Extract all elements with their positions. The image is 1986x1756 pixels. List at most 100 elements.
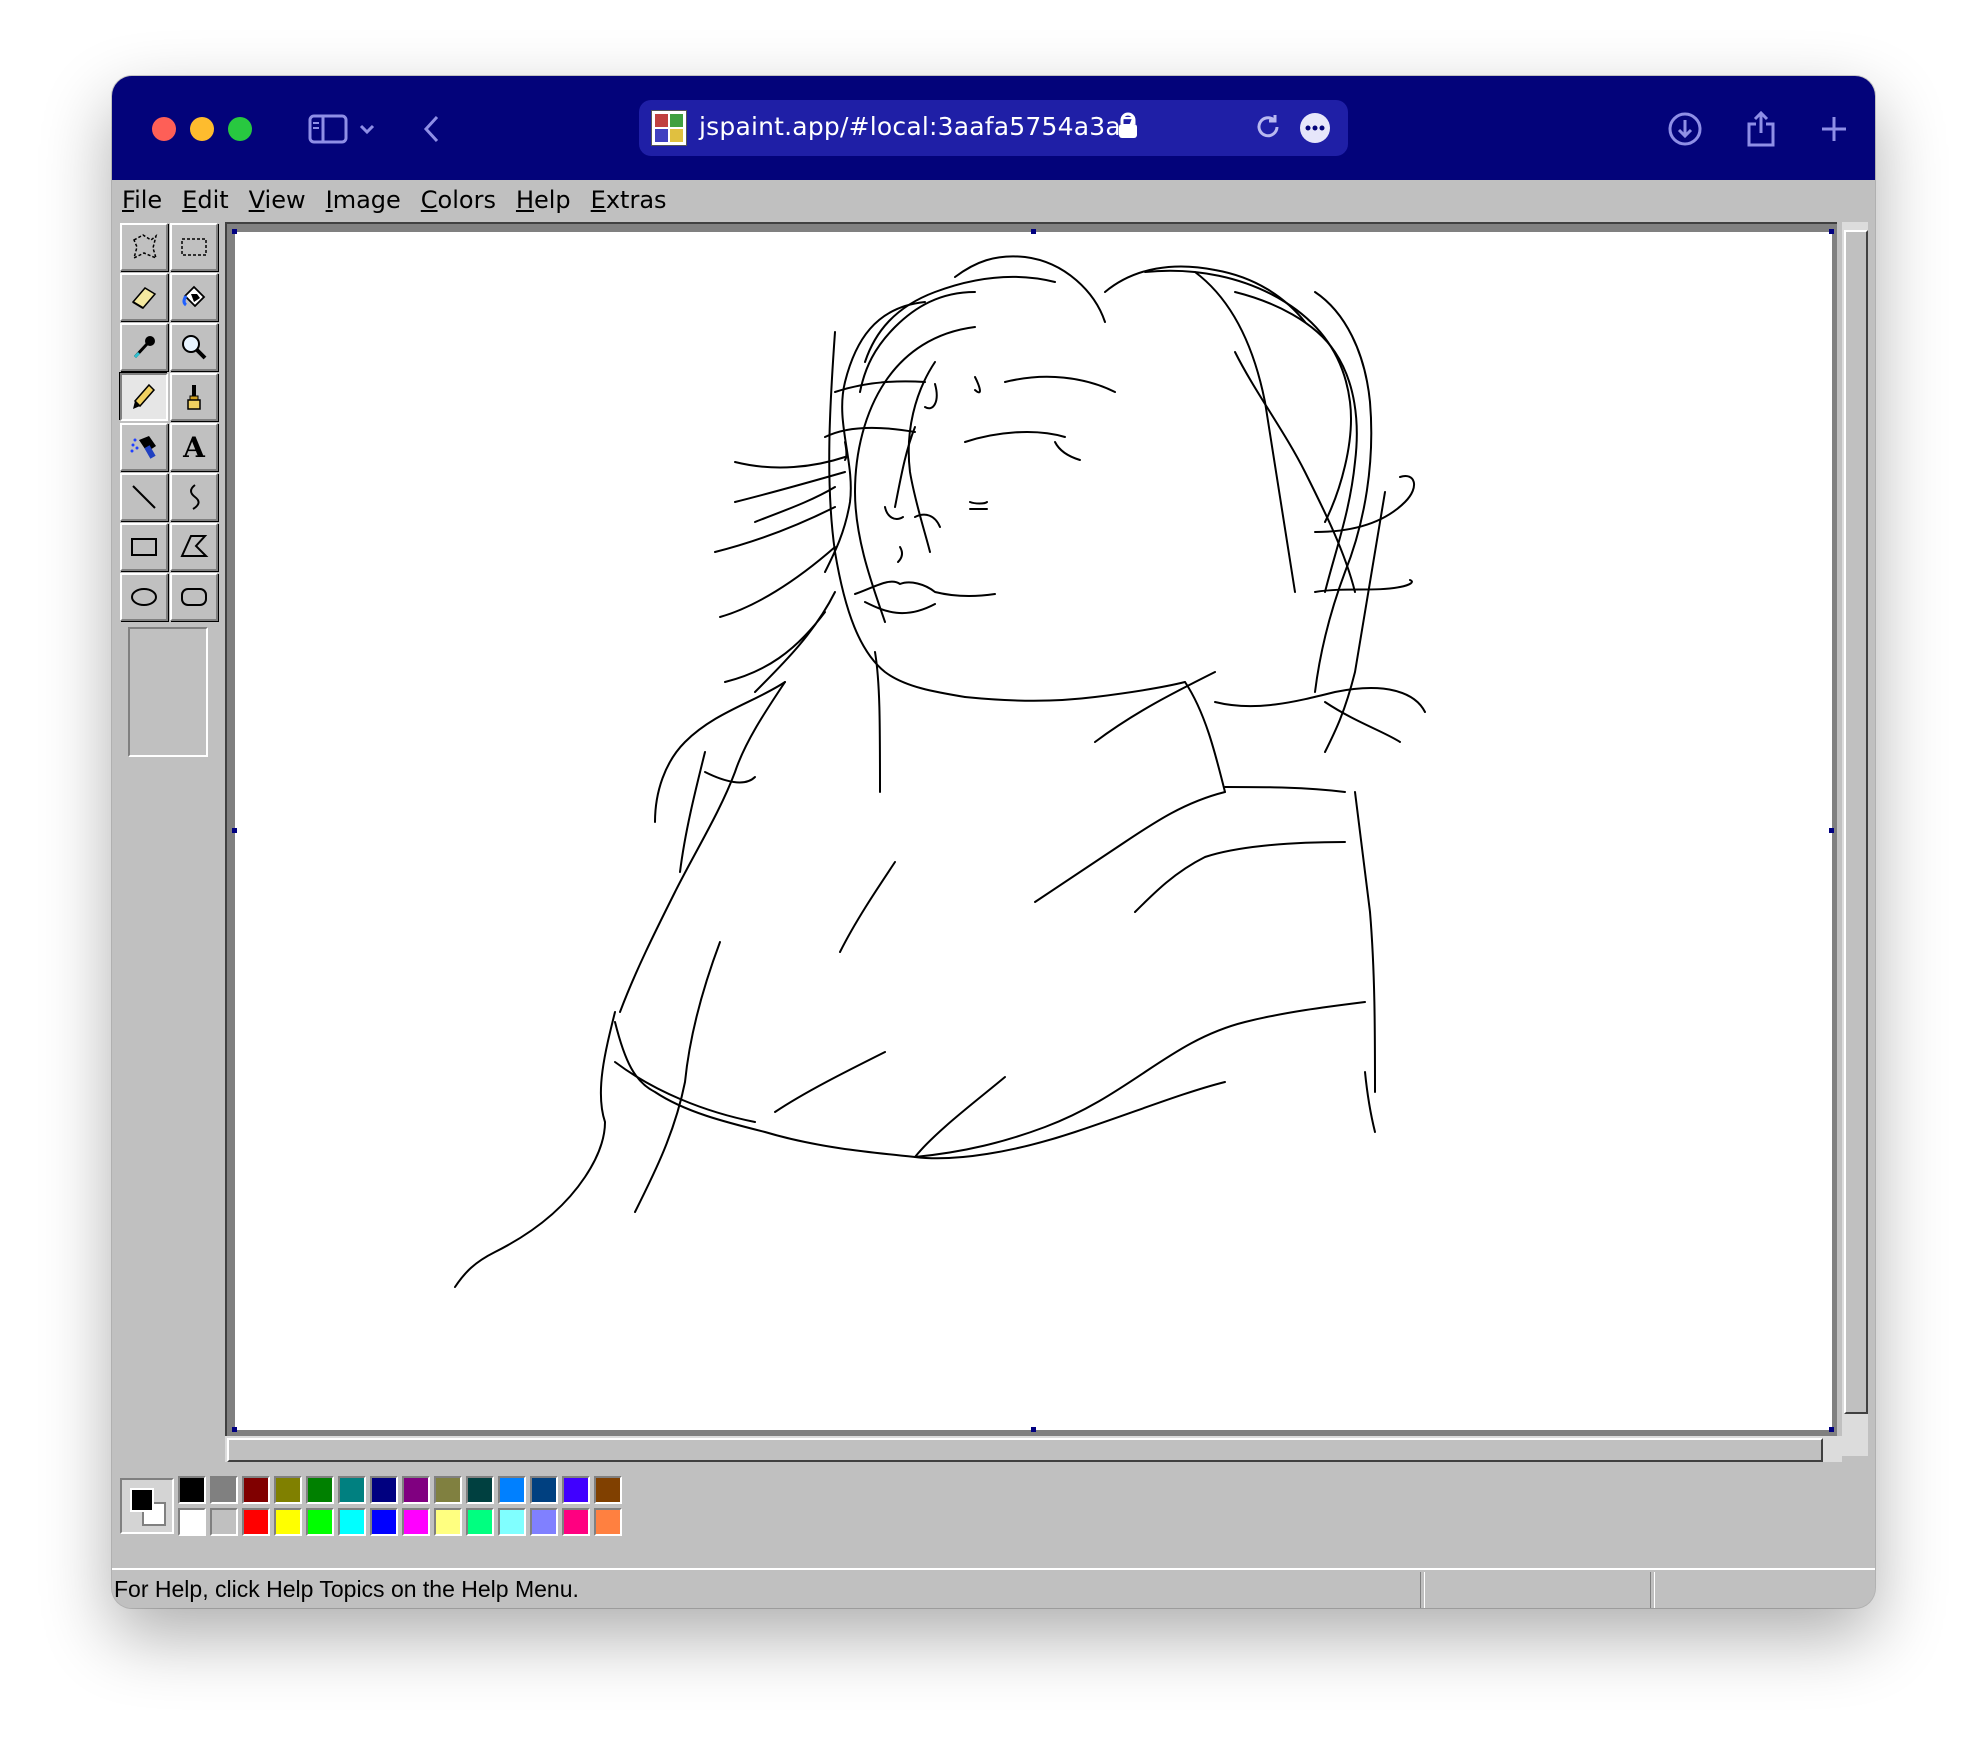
curve-icon <box>190 484 200 510</box>
palette-swatch[interactable] <box>178 1508 206 1536</box>
status-bar: For Help, click Help Topics on the Help … <box>112 1568 1875 1608</box>
resize-handle[interactable] <box>232 229 237 234</box>
palette-swatch[interactable] <box>562 1476 590 1504</box>
menu-edit[interactable]: Edit <box>182 184 228 216</box>
palette-swatch[interactable] <box>338 1508 366 1536</box>
menu-help[interactable]: Help <box>516 184 571 216</box>
palette-swatch[interactable] <box>402 1476 430 1504</box>
resize-handle[interactable] <box>1829 828 1834 833</box>
line-icon <box>132 485 156 509</box>
fill-tool[interactable] <box>170 273 218 321</box>
vertical-scroll-thumb[interactable] <box>1844 230 1868 1414</box>
color-box <box>112 1462 1875 1542</box>
palette-swatch[interactable] <box>242 1508 270 1536</box>
pick-color-tool[interactable] <box>120 323 168 371</box>
sketch-drawing <box>454 255 1426 1288</box>
palette-swatch[interactable] <box>562 1508 590 1536</box>
palette-swatch[interactable] <box>338 1476 366 1504</box>
palette-swatch[interactable] <box>530 1476 558 1504</box>
menu-colors[interactable]: Colors <box>421 184 496 216</box>
palette-swatch[interactable] <box>530 1508 558 1536</box>
eraser-icon <box>131 287 157 309</box>
palette-swatch[interactable] <box>594 1508 622 1536</box>
menu-bar: File Edit View Image Colors Help Extras <box>112 180 1875 220</box>
palette-swatch[interactable] <box>402 1508 430 1536</box>
select-tool[interactable] <box>170 223 218 271</box>
current-colors[interactable] <box>120 1478 174 1534</box>
rectangle-select-icon <box>181 238 207 256</box>
back-icon[interactable] <box>409 106 455 152</box>
line-tool[interactable] <box>120 473 168 521</box>
pencil-icon <box>133 383 156 409</box>
horizontal-scroll-thumb[interactable] <box>227 1438 1823 1462</box>
close-window-button[interactable] <box>152 117 176 141</box>
palette-swatch[interactable] <box>274 1508 302 1536</box>
horizontal-scrollbar[interactable] <box>225 1436 1842 1462</box>
palette-swatch[interactable] <box>434 1476 462 1504</box>
share-icon[interactable] <box>1738 106 1784 152</box>
drawing-canvas[interactable] <box>232 229 1834 1432</box>
text-icon: A <box>183 430 205 464</box>
resize-handle[interactable] <box>1031 1427 1036 1432</box>
curve-tool[interactable] <box>170 473 218 521</box>
browser-window: jspaint.app/#local:3aafa5754a3a7 File Ed… <box>112 76 1875 1608</box>
canvas-area <box>225 222 1837 1458</box>
palette-swatch[interactable] <box>306 1476 334 1504</box>
menu-file[interactable]: File <box>122 184 162 216</box>
palette-swatch[interactable] <box>498 1476 526 1504</box>
chevron-down-icon[interactable] <box>352 106 382 152</box>
fill-bucket-icon <box>182 285 206 308</box>
resize-handle[interactable] <box>232 828 237 833</box>
eyedropper-icon <box>133 336 155 359</box>
magnifier-tool[interactable] <box>170 323 218 371</box>
minimize-window-button[interactable] <box>190 117 214 141</box>
menu-image[interactable]: Image <box>326 184 401 216</box>
tool-box: A <box>118 223 222 763</box>
palette-swatch[interactable] <box>370 1508 398 1536</box>
resize-handle[interactable] <box>1829 1427 1834 1432</box>
palette-swatch[interactable] <box>210 1508 238 1536</box>
url-text: jspaint.app/#local:3aafa5754a3a7 <box>699 112 1137 141</box>
tool-options-panel[interactable] <box>128 627 208 757</box>
airbrush-tool[interactable] <box>120 423 168 471</box>
pencil-tool[interactable] <box>120 373 168 421</box>
rectangle-tool[interactable] <box>120 523 168 571</box>
free-form-select-icon <box>132 234 158 260</box>
rectangle-icon <box>131 538 157 556</box>
eraser-tool[interactable] <box>120 273 168 321</box>
palette-swatch[interactable] <box>306 1508 334 1536</box>
polygon-tool[interactable] <box>170 523 218 571</box>
brush-tool[interactable] <box>170 373 218 421</box>
palette-swatch[interactable] <box>434 1508 462 1536</box>
palette-swatch[interactable] <box>242 1476 270 1504</box>
more-icon[interactable] <box>1299 112 1331 149</box>
ellipse-icon <box>131 588 157 606</box>
menu-view[interactable]: View <box>249 184 306 216</box>
sidebar-icon[interactable] <box>305 106 351 152</box>
rounded-rectangle-tool[interactable] <box>170 573 218 621</box>
palette-swatch[interactable] <box>466 1476 494 1504</box>
palette-swatch[interactable] <box>594 1476 622 1504</box>
download-icon[interactable] <box>1662 106 1708 152</box>
resize-handle[interactable] <box>1829 229 1834 234</box>
palette-swatch[interactable] <box>210 1476 238 1504</box>
text-tool[interactable]: A <box>170 423 218 471</box>
palette-swatch[interactable] <box>178 1476 206 1504</box>
new-tab-icon[interactable] <box>1811 106 1857 152</box>
zoom-window-button[interactable] <box>228 117 252 141</box>
resize-handle[interactable] <box>1031 229 1036 234</box>
palette-swatch[interactable] <box>466 1508 494 1536</box>
palette-swatch[interactable] <box>498 1508 526 1536</box>
vertical-scrollbar[interactable] <box>1842 222 1868 1456</box>
palette-swatch[interactable] <box>370 1476 398 1504</box>
ellipse-tool[interactable] <box>120 573 168 621</box>
free-form-select-tool[interactable] <box>120 223 168 271</box>
address-bar[interactable]: jspaint.app/#local:3aafa5754a3a7 <box>639 100 1348 156</box>
lock-icon <box>1117 112 1139 145</box>
magnifier-icon <box>182 335 207 360</box>
resize-handle[interactable] <box>232 1427 237 1432</box>
reload-icon[interactable] <box>1253 112 1283 147</box>
foreground-color[interactable] <box>130 1488 154 1512</box>
palette-swatch[interactable] <box>274 1476 302 1504</box>
menu-extras[interactable]: Extras <box>591 184 667 216</box>
